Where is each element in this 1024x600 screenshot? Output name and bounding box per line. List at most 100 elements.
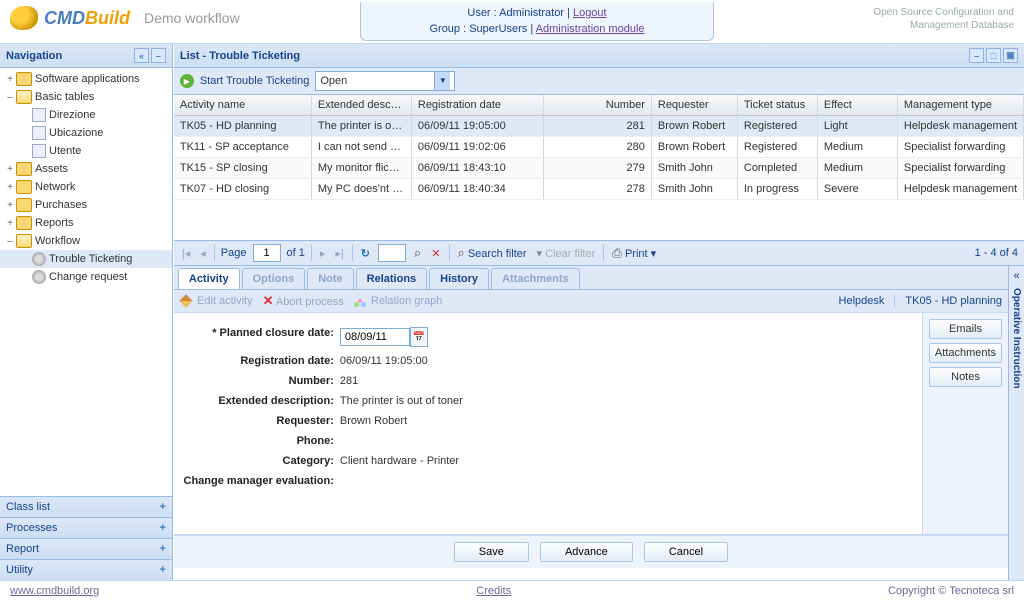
page-prev-icon[interactable]: ◂ — [198, 247, 208, 260]
accordion-utility[interactable]: Utility+ — [0, 559, 172, 580]
col-eff[interactable]: Effect — [818, 95, 898, 115]
tagline: Open Source Configuration andManagement … — [714, 0, 1024, 38]
advance-button[interactable]: Advance — [540, 542, 633, 562]
tab-attachments[interactable]: Attachments — [491, 268, 580, 289]
user-box: User : Administrator | Logout Group : Su… — [360, 2, 714, 41]
pager-summary: 1 - 4 of 4 — [975, 247, 1018, 259]
footer-url[interactable]: www.cmdbuild.org — [10, 585, 99, 597]
table-row[interactable]: TK05 - HD planningThe printer is out of0… — [174, 116, 1024, 137]
tab-relations[interactable]: Relations — [356, 268, 428, 289]
state-combo[interactable]: Open▼ — [315, 71, 455, 91]
tab-note[interactable]: Note — [307, 268, 353, 289]
col-reg[interactable]: Registration date — [412, 95, 544, 115]
tab-activity[interactable]: Activity — [178, 268, 240, 289]
copyright: Copyright © Tecnoteca srl — [888, 585, 1014, 597]
detail-toolbar: Edit activity ✕ Abort process Relation g… — [174, 290, 1008, 313]
form-actions: Save Advance Cancel — [174, 535, 1008, 568]
accordion-class-list[interactable]: Class list+ — [0, 496, 172, 517]
chevron-down-icon[interactable]: ▼ — [434, 72, 450, 90]
table-row[interactable]: TK11 - SP acceptanceI can not send mail … — [174, 137, 1024, 158]
credits-link[interactable]: Credits — [476, 585, 511, 597]
clear-filter-button[interactable]: Clear filter — [535, 247, 598, 260]
tree-node-trouble-ticketing[interactable]: Trouble Ticketing — [0, 250, 172, 268]
x-icon: ✕ — [263, 293, 274, 308]
logo-area: CMDBuild Demo workflow — [0, 0, 370, 36]
list-header: List - Trouble Ticketing – □ ▣ — [174, 44, 1024, 68]
gear-icon — [32, 252, 46, 266]
maximize-icon[interactable]: ▣ — [1003, 48, 1018, 63]
accordion-report[interactable]: Report+ — [0, 538, 172, 559]
tree-node-workflow[interactable]: –Workflow — [0, 232, 172, 250]
tree-node-ubicazione[interactable]: Ubicazione — [0, 124, 172, 142]
gear-icon — [32, 270, 46, 284]
emails-button[interactable]: Emails — [929, 319, 1002, 339]
tab-options[interactable]: Options — [242, 268, 306, 289]
search-input[interactable] — [378, 244, 406, 262]
tree-node-utente[interactable]: Utente — [0, 142, 172, 160]
clear-search-icon[interactable]: ✕ — [429, 247, 442, 260]
tree-node-direzione[interactable]: Direzione — [0, 106, 172, 124]
admin-module-link[interactable]: Administration module — [536, 23, 645, 35]
accordion-processes[interactable]: Processes+ — [0, 517, 172, 538]
print-button[interactable]: Print ▾ — [610, 246, 658, 261]
col-mgt[interactable]: Management type — [898, 95, 1024, 115]
page-first-icon[interactable]: |◂ — [180, 247, 192, 260]
nav-header: Navigation « – — [0, 44, 172, 68]
save-button[interactable]: Save — [454, 542, 529, 562]
notes-button[interactable]: Notes — [929, 367, 1002, 387]
tree-node-assets[interactable]: +Assets — [0, 160, 172, 178]
col-activity[interactable]: Activity name — [174, 95, 312, 115]
content-area: List - Trouble Ticketing – □ ▣ ▶ Start T… — [173, 44, 1024, 580]
page-last-icon[interactable]: ▸| — [333, 247, 345, 260]
search-icon[interactable] — [412, 245, 423, 261]
col-req[interactable]: Requester — [652, 95, 738, 115]
demo-label: Demo workflow — [144, 10, 240, 26]
tree-node-change-request[interactable]: Change request — [0, 268, 172, 286]
tab-history[interactable]: History — [429, 268, 489, 289]
minimize-icon[interactable]: – — [969, 48, 984, 63]
detail-tabs: Activity Options Note Relations History … — [174, 266, 1008, 290]
tree-node-basic-tables[interactable]: –Basic tables — [0, 88, 172, 106]
refresh-icon[interactable] — [359, 247, 372, 260]
ticket-grid: Activity name Extended description Regis… — [174, 95, 1024, 240]
expand-left-icon[interactable]: « — [1013, 270, 1019, 282]
planned-date-input[interactable] — [340, 328, 410, 346]
table-row[interactable]: TK07 - HD closingMy PC does'nt turn o06/… — [174, 179, 1024, 200]
grid-header: Activity name Extended description Regis… — [174, 95, 1024, 116]
col-ext[interactable]: Extended description — [312, 95, 412, 115]
footer: www.cmdbuild.org Credits Copyright © Tec… — [0, 580, 1024, 600]
breadcrumb: HelpdeskTK05 - HD planning — [829, 295, 1002, 307]
tree-node-reports[interactable]: +Reports — [0, 214, 172, 232]
activity-form: * Planned closure date:📅 Registration da… — [174, 313, 922, 534]
tree-node-purchases[interactable]: +Purchases — [0, 196, 172, 214]
start-ticketing-button[interactable]: Start Trouble Ticketing — [200, 75, 309, 87]
nav-tree: +Software applications –Basic tables Dir… — [0, 68, 172, 496]
restore-icon[interactable]: □ — [986, 48, 1001, 63]
minimize-icon[interactable]: – — [151, 48, 166, 63]
top-bar: CMDBuild Demo workflow User : Administra… — [0, 0, 1024, 44]
search-filter-button[interactable]: Search filter — [456, 245, 529, 261]
list-toolbar: ▶ Start Trouble Ticketing Open▼ — [174, 68, 1024, 95]
col-stat[interactable]: Ticket status — [738, 95, 818, 115]
edit-activity-button[interactable]: Edit activity — [180, 295, 253, 307]
abort-process-button[interactable]: ✕ Abort process — [263, 293, 344, 309]
tree-node-software[interactable]: +Software applications — [0, 70, 172, 88]
pencil-icon — [179, 294, 193, 308]
page-input[interactable] — [253, 244, 281, 262]
col-num[interactable]: Number — [544, 95, 652, 115]
calendar-icon[interactable]: 📅 — [410, 327, 428, 347]
cancel-button[interactable]: Cancel — [644, 542, 728, 562]
right-panel-collapsed[interactable]: « Operative Instruction — [1008, 266, 1024, 580]
page-next-icon[interactable]: ▸ — [318, 247, 328, 260]
navigation-panel: Navigation « – +Software applications –B… — [0, 44, 173, 580]
tree-node-network[interactable]: +Network — [0, 178, 172, 196]
table-row[interactable]: TK15 - SP closingMy monitor flickers06/0… — [174, 158, 1024, 179]
play-icon[interactable]: ▶ — [180, 74, 194, 88]
attachments-button[interactable]: Attachments — [929, 343, 1002, 363]
side-buttons: Emails Attachments Notes — [922, 313, 1008, 534]
graph-icon — [354, 295, 366, 307]
collapse-left-icon[interactable]: « — [134, 48, 149, 63]
logout-link[interactable]: Logout — [573, 7, 607, 19]
pager: |◂ ◂ Page of 1 ▸ ▸| ✕ Search filter Clea… — [174, 240, 1024, 266]
relation-graph-button[interactable]: Relation graph — [354, 295, 443, 307]
